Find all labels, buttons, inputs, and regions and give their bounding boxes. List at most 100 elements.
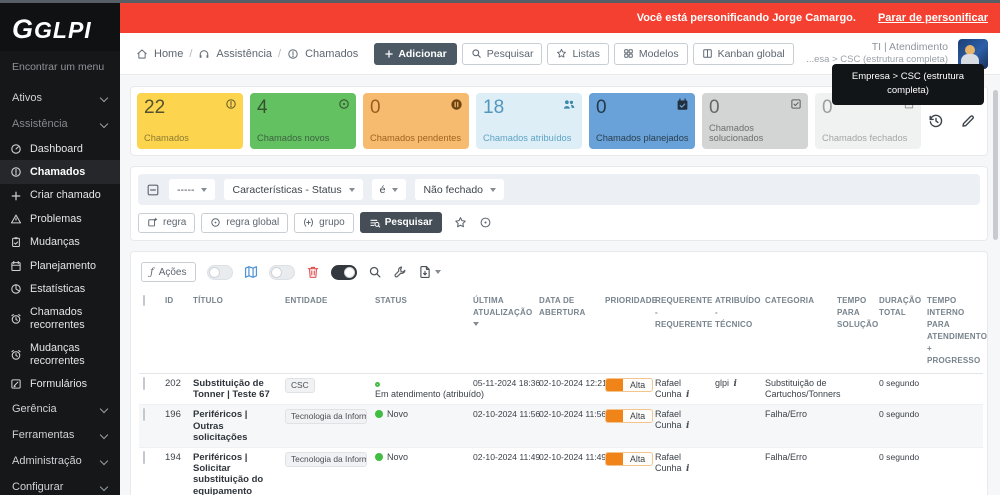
sidebar-item-criar-chamado[interactable]: Criar chamado <box>0 184 120 207</box>
add-rule-button[interactable]: regra <box>138 213 195 233</box>
breadcrumb-assistencia[interactable]: Assistência <box>216 48 272 60</box>
add-global-rule-button[interactable]: regra global <box>201 213 288 233</box>
delete-toggle[interactable] <box>269 265 295 280</box>
sidebar-section-ferramentas[interactable]: Ferramentas <box>0 422 120 448</box>
chevron-down-icon <box>201 188 207 192</box>
card-chamados-novos[interactable]: 4 Chamados novos <box>250 93 356 149</box>
table-row[interactable]: 194 Periféricos | Solicitar substituição… <box>139 448 983 495</box>
lists-button[interactable]: Listas <box>547 43 608 65</box>
wrench-icon[interactable] <box>393 265 407 279</box>
user-info-icon[interactable]: i <box>684 421 691 432</box>
table-toolbar: ƒ Ações <box>139 260 979 290</box>
kanban-button[interactable]: Kanban global <box>693 43 794 65</box>
profile-info[interactable]: TI | Atendimento ...esa > CSC (estrutura… <box>806 41 948 67</box>
breadcrumb-home[interactable]: Home <box>154 48 183 60</box>
templates-button[interactable]: Modelos <box>614 43 688 65</box>
headset-icon <box>198 48 210 60</box>
check-square-icon <box>790 98 802 110</box>
col-requerente[interactable]: REQUERENTE - REQUERENTE <box>651 290 711 374</box>
card-label: Chamados <box>144 133 240 143</box>
col-status[interactable]: STATUS <box>371 290 469 374</box>
edit-icon[interactable] <box>960 113 976 129</box>
sidebar-item-chamados-recorrentes[interactable]: Chamados recorrentes <box>0 301 120 337</box>
col-duracao[interactable]: DURAÇÃO TOTAL <box>875 290 923 374</box>
breadcrumb-chamados[interactable]: Chamados <box>305 48 358 60</box>
card-chamados-solucionados[interactable]: 0 Chamados solucionados <box>702 93 808 149</box>
magnifier-icon[interactable] <box>368 265 382 279</box>
select-all-checkbox[interactable] <box>143 295 145 306</box>
logo-area[interactable]: GGLPI <box>0 0 120 51</box>
sidebar-item-mudancas[interactable]: Mudanças <box>0 231 120 254</box>
export-menu[interactable] <box>418 265 441 279</box>
sidebar-section-configurar[interactable]: Configurar <box>0 474 120 495</box>
chevron-down-icon <box>100 94 108 102</box>
sidebar-item-problemas[interactable]: Problemas <box>0 207 120 230</box>
sidebar-item-chamados[interactable]: Chamados <box>0 160 120 183</box>
history-icon[interactable] <box>928 113 944 129</box>
table-row[interactable]: 196 Periféricos | Outras solicitações Te… <box>139 405 983 448</box>
menu-search-input[interactable]: Encontrar um menu <box>0 51 120 85</box>
row-checkbox[interactable] <box>143 377 145 390</box>
sidebar-section-assistencia[interactable]: Assistência <box>0 111 120 137</box>
table-row[interactable]: 202 Substituição de Tonner | Teste 67 CS… <box>139 374 983 405</box>
sidebar-item-mudancas-recorrentes[interactable]: Mudanças recorrentes <box>0 337 120 373</box>
col-entidade[interactable]: ENTIDADE <box>281 290 371 374</box>
recurring-icon <box>10 313 22 325</box>
sidebar-item-estatisticas[interactable]: Estatísticas <box>0 277 120 300</box>
col-id[interactable]: ID <box>161 290 189 374</box>
clipboard-icon <box>10 236 22 248</box>
search-mode-toggle[interactable] <box>331 265 357 280</box>
col-atribuido[interactable]: ATRIBUÍDO - TÉCNICO <box>711 290 761 374</box>
entity-badge: CSC <box>285 378 315 393</box>
criteria-field-select[interactable]: Características - Status <box>224 179 362 200</box>
col-categoria[interactable]: CATEGORIA <box>761 290 833 374</box>
trash-icon[interactable] <box>306 265 320 279</box>
card-count: 0 <box>370 98 462 119</box>
stop-impersonation-link[interactable]: Parar de personificar <box>878 12 988 24</box>
vertical-scrollbar[interactable] <box>993 90 998 240</box>
map-icon[interactable] <box>244 265 258 279</box>
row-checkbox[interactable] <box>143 451 145 464</box>
col-prioridade[interactable]: PRIORIDADE <box>601 290 651 374</box>
criteria-value-select[interactable]: Não fechado <box>415 179 504 200</box>
file-export-icon <box>418 265 432 279</box>
criteria-search-button[interactable]: Pesquisar <box>360 212 442 233</box>
sidebar-section-ativos[interactable]: Ativos <box>0 85 120 111</box>
dashboard-icon <box>10 143 22 155</box>
criteria-operator-select[interactable]: é <box>372 179 407 200</box>
card-chamados[interactable]: 22 Chamados <box>137 93 243 149</box>
col-titulo[interactable]: TÍTULO <box>189 290 281 374</box>
user-info-icon[interactable]: i <box>684 390 691 401</box>
sidebar-item-formularios[interactable]: Formulários <box>0 372 120 395</box>
sidebar-item-planejamento[interactable]: Planejamento <box>0 254 120 277</box>
favorite-star-icon[interactable] <box>454 216 467 229</box>
col-tempo-solucao[interactable]: TEMPO PARA SOLUÇÃO <box>833 290 875 374</box>
sidebar-item-dashboard[interactable]: Dashboard <box>0 137 120 160</box>
user-info-icon[interactable]: i <box>684 464 691 475</box>
card-chamados-atribuidos[interactable]: 18 Chamados atribuídos <box>476 93 582 149</box>
ticket-title[interactable]: Periféricos | Solicitar substituição do … <box>189 448 281 495</box>
add-group-button[interactable]: grupo <box>294 213 354 233</box>
ticket-title[interactable]: Periféricos | Outras solicitações <box>189 405 281 448</box>
col-ultima-atualizacao[interactable]: ÚLTIMA ATUALIZAÇÃO <box>469 290 535 374</box>
card-chamados-pendentes[interactable]: 0 Chamados pendentes <box>363 93 469 149</box>
search-button[interactable]: Pesquisar <box>462 43 543 65</box>
sidebar-section-gerencia[interactable]: Gerência <box>0 396 120 422</box>
actions-button[interactable]: ƒ Ações <box>141 262 196 282</box>
user-info-icon[interactable]: i <box>732 379 739 390</box>
criteria-link-select[interactable]: ----- <box>169 179 215 200</box>
add-button[interactable]: Adicionar <box>374 43 456 65</box>
priority-badge: Alta <box>605 409 653 423</box>
ticket-title[interactable]: Substituição de Tonner | Teste 67 <box>189 374 281 405</box>
row-checkbox[interactable] <box>143 408 145 421</box>
card-chamados-planejados[interactable]: 0 Chamados planejados <box>589 93 695 149</box>
status-new-icon <box>375 410 383 418</box>
chevron-down-icon <box>349 188 355 192</box>
map-toggle[interactable] <box>207 265 233 280</box>
top-strip <box>0 0 1000 3</box>
col-tempo-interno[interactable]: TEMPO INTERNO PARA ATENDIMENTO + PROGRES… <box>923 290 983 374</box>
target-icon[interactable] <box>479 216 492 229</box>
collapse-criteria-icon[interactable] <box>146 183 160 197</box>
col-data-abertura[interactable]: DATA DE ABERTURA <box>535 290 601 374</box>
sidebar-section-administracao[interactable]: Administração <box>0 448 120 474</box>
